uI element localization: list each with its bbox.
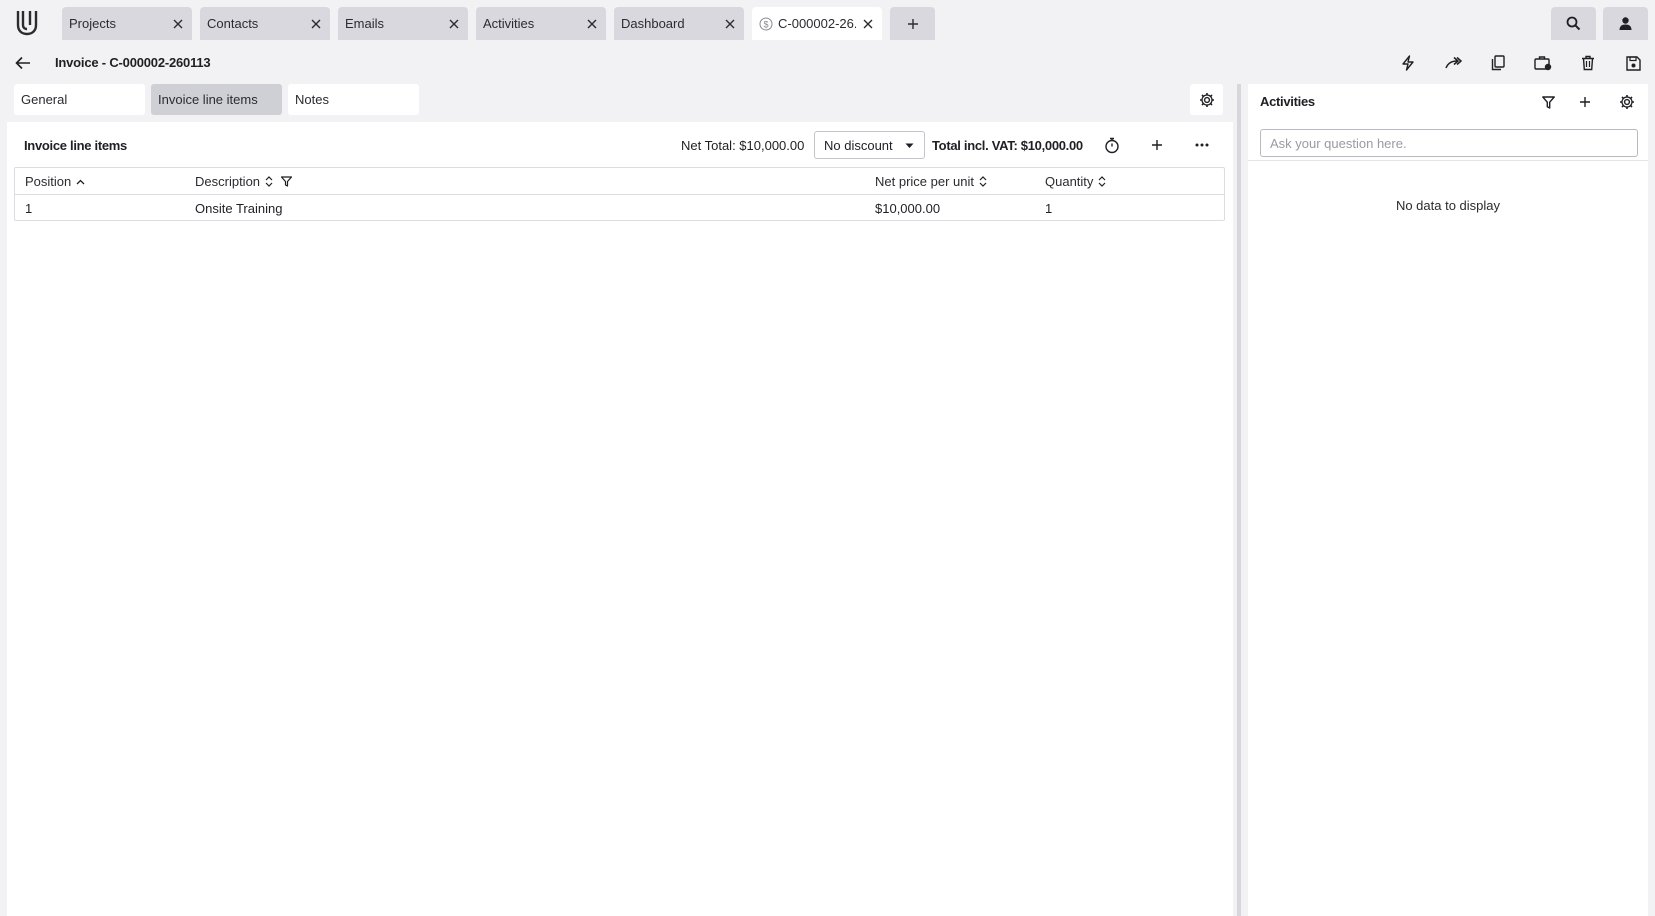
tab-label: Activities	[483, 16, 535, 31]
subtab-bar: General Invoice line items Notes	[7, 84, 1233, 122]
user-profile-button[interactable]	[1603, 7, 1648, 40]
table-header: Position Description Net price per unit …	[15, 168, 1224, 195]
page-title: Invoice - C-000002-260113	[55, 55, 211, 70]
tab-emails[interactable]: Emails	[338, 7, 468, 40]
user-icon	[1618, 16, 1633, 31]
cell-description: Onsite Training	[195, 201, 283, 216]
plus-icon	[1151, 139, 1163, 151]
caret-down-icon	[905, 143, 914, 149]
total-incl-vat: Total incl. VAT: $10,000.00	[932, 138, 1083, 153]
new-tab-button[interactable]	[890, 7, 935, 40]
close-icon[interactable]	[166, 12, 190, 36]
sort-ascending-icon[interactable]	[76, 179, 85, 185]
close-icon[interactable]	[442, 12, 466, 36]
trash-icon	[1581, 55, 1595, 71]
column-label: Description	[195, 174, 261, 189]
column-header-position[interactable]: Position	[25, 174, 85, 189]
global-search-button[interactable]	[1551, 7, 1596, 40]
arrow-left-icon	[15, 56, 31, 70]
close-icon[interactable]	[856, 12, 880, 36]
filter-activities-button[interactable]	[1537, 91, 1559, 113]
cell-net-price: $10,000.00	[875, 201, 941, 216]
add-line-item-button[interactable]	[1146, 134, 1168, 156]
tab-label: Projects	[69, 16, 116, 31]
filter-icon[interactable]	[281, 176, 293, 187]
column-label: Quantity	[1045, 174, 1094, 189]
svg-text:$: $	[763, 19, 768, 29]
tab-projects[interactable]: Projects	[62, 7, 192, 40]
line-items-table: Position Description Net price per unit …	[14, 167, 1225, 221]
close-icon[interactable]	[304, 12, 328, 36]
search-icon	[1566, 16, 1581, 31]
more-horizontal-icon	[1195, 143, 1209, 147]
tab-label: Dashboard	[621, 16, 685, 31]
table-row[interactable]: 1 Onsite Training $10,000.00 1	[15, 195, 1224, 221]
activities-title: Activities	[1260, 94, 1315, 109]
sort-icon[interactable]	[979, 176, 987, 187]
delete-button[interactable]	[1576, 51, 1600, 75]
close-icon[interactable]	[580, 12, 604, 36]
tab-invoice[interactable]: $ C-000002-26...	[752, 7, 882, 40]
close-icon[interactable]	[718, 12, 742, 36]
lightning-icon	[1400, 55, 1416, 71]
cell-quantity: 1	[1045, 201, 1053, 216]
record-header: Invoice - C-000002-260113	[0, 40, 1655, 86]
column-label: Position	[25, 174, 72, 189]
save-icon	[1625, 55, 1641, 71]
column-header-description[interactable]: Description	[195, 174, 293, 189]
top-tab-bar: Projects Contacts Emails Activities Dash…	[0, 0, 1655, 40]
money-circle-icon: $	[759, 17, 773, 31]
tab-dashboard[interactable]: Dashboard	[614, 7, 744, 40]
invoice-detail-panel: General Invoice line items Notes Invoice…	[7, 84, 1233, 916]
tab-activities[interactable]: Activities	[476, 7, 606, 40]
subtab-notes[interactable]: Notes	[288, 84, 419, 115]
timer-button[interactable]	[1101, 134, 1123, 156]
section-title: Invoice line items	[24, 138, 127, 153]
copy-button[interactable]	[1486, 51, 1510, 75]
subtab-label: General	[21, 92, 68, 107]
column-label: Net price per unit	[875, 174, 974, 189]
share-icon	[1444, 56, 1462, 70]
activities-settings-button[interactable]	[1616, 91, 1638, 113]
sort-icon[interactable]	[265, 176, 273, 187]
subtab-invoice-line-items[interactable]: Invoice line items	[151, 84, 282, 115]
activities-panel: Activities No data to display	[1248, 84, 1648, 916]
subtab-label: Notes	[295, 92, 329, 107]
copy-icon	[1491, 55, 1505, 71]
discount-select[interactable]: No discount	[814, 131, 925, 159]
cell-position: 1	[25, 201, 33, 216]
briefcase-icon	[1534, 55, 1552, 71]
lightning-button[interactable]	[1396, 51, 1420, 75]
share-button[interactable]	[1441, 51, 1465, 75]
gear-icon	[1199, 92, 1215, 108]
panel-resize-handle[interactable]	[1237, 84, 1241, 916]
save-button[interactable]	[1621, 51, 1645, 75]
more-options-button[interactable]	[1191, 134, 1213, 156]
tab-contacts[interactable]: Contacts	[200, 7, 330, 40]
app-logo-icon[interactable]	[13, 8, 41, 36]
discount-value: No discount	[824, 137, 893, 153]
briefcase-button[interactable]	[1531, 51, 1555, 75]
subtab-label: Invoice line items	[158, 92, 258, 107]
ask-question-input[interactable]	[1260, 129, 1638, 157]
empty-state-message: No data to display	[1395, 198, 1501, 213]
sort-icon[interactable]	[1098, 176, 1106, 187]
tab-label: C-000002-26...	[778, 16, 856, 31]
divider	[1248, 160, 1648, 161]
plus-icon	[1579, 96, 1591, 108]
stopwatch-icon	[1104, 137, 1120, 154]
filter-icon	[1541, 95, 1555, 109]
tab-label: Contacts	[207, 16, 259, 31]
column-header-quantity[interactable]: Quantity	[1045, 174, 1106, 189]
column-header-net-price[interactable]: Net price per unit	[875, 174, 987, 189]
net-total: Net Total: $10,000.00	[681, 138, 805, 153]
line-items-toolbar: Invoice line items Net Total: $10,000.00…	[7, 122, 1233, 167]
back-button[interactable]	[12, 52, 34, 74]
add-activity-button[interactable]	[1574, 91, 1596, 113]
gear-icon	[1619, 94, 1635, 110]
subtab-general[interactable]: General	[14, 84, 145, 115]
tab-label: Emails	[345, 16, 385, 31]
plus-icon	[907, 18, 919, 30]
layout-settings-button[interactable]	[1190, 84, 1223, 115]
